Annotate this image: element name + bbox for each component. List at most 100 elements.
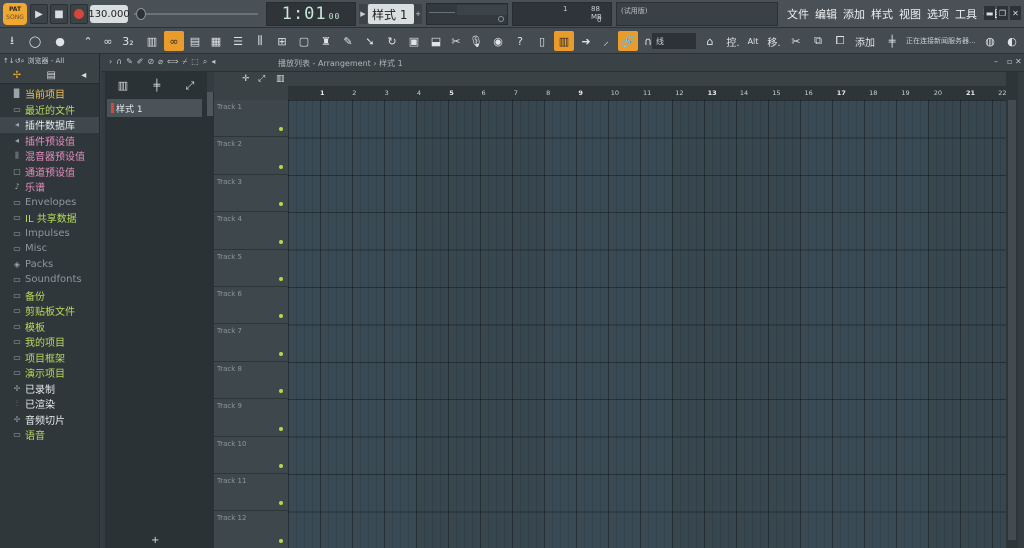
track-mute-led[interactable] — [279, 164, 283, 169]
master-volume-knob[interactable] — [136, 8, 146, 20]
track-mute-led[interactable] — [279, 538, 283, 543]
browser-item[interactable]: ▭ IL 共享数据 — [0, 210, 99, 226]
tempo-display[interactable]: 130.000 — [88, 5, 130, 23]
browser-item[interactable]: ▭ 最近的文件 — [0, 102, 99, 118]
cpu-icon[interactable]: ▯ — [532, 31, 552, 51]
step-edit-display[interactable] — [426, 3, 508, 25]
track-header[interactable]: Track 8 — [214, 361, 288, 400]
track-header[interactable]: Track 3 — [214, 174, 288, 213]
tab-plugins[interactable]: ◂ — [81, 70, 86, 81]
browser-item[interactable]: ▭ Impulses — [0, 226, 99, 242]
pencil-icon[interactable]: ✎ — [126, 57, 133, 67]
metronome-icon[interactable] — [498, 16, 504, 22]
overdub-icon[interactable]: ▥ — [142, 31, 162, 51]
brush-icon[interactable]: ⸝ — [596, 31, 616, 51]
track-mute-led[interactable] — [279, 351, 283, 356]
wait-input-icon[interactable]: ∞ — [98, 31, 118, 51]
track-header[interactable]: Track 4 — [214, 212, 288, 250]
pattern-item[interactable]: 样式 1 — [107, 99, 202, 117]
draw-icon[interactable]: ➘ — [360, 31, 380, 51]
menu-view[interactable]: 视图 — [896, 6, 924, 22]
track-mute-led[interactable] — [279, 426, 283, 431]
restore-button[interactable]: ❐ — [997, 6, 1008, 20]
track-mute-led[interactable] — [279, 463, 283, 468]
microphone-icon[interactable]: 🎙 — [466, 31, 486, 51]
paste-icon[interactable]: ⧠ — [830, 31, 850, 51]
pat-song-toggle[interactable]: PAT SONG — [3, 3, 27, 25]
record-button[interactable] — [70, 4, 88, 24]
browser-item[interactable]: ⫼ 混音器预设值 — [0, 148, 99, 164]
track-header[interactable]: Track 7 — [214, 324, 288, 362]
browser-icon[interactable]: ▢ — [294, 31, 314, 51]
mute-icon[interactable]: ⌀ — [158, 57, 163, 67]
scissors-icon[interactable]: ✂ — [786, 31, 806, 51]
record-mode-icon[interactable]: ▤ — [185, 31, 205, 51]
zoom-icon[interactable]: ⌕ — [203, 57, 207, 67]
pitch-knob-icon[interactable]: ● — [50, 31, 70, 51]
browser-item[interactable]: ▭ 语音 — [0, 427, 99, 443]
typing-keyboard-icon[interactable]: ▦ — [206, 31, 226, 51]
piano-icon[interactable]: ▥ — [554, 31, 574, 51]
track-mute-led[interactable] — [279, 276, 283, 281]
playlist-maximize-button[interactable]: ▫ — [1007, 57, 1012, 66]
browser-item[interactable]: ▭ Misc — [0, 241, 99, 257]
track-mute-led[interactable] — [279, 202, 283, 207]
browser-item[interactable]: ▭ 项目框架 — [0, 350, 99, 366]
menu-tools[interactable]: 工具 — [952, 6, 980, 22]
browser-item[interactable]: ▭ 备份 — [0, 288, 99, 304]
piano-small-icon[interactable]: ▥ — [276, 74, 285, 84]
pattern-next-button[interactable]: + — [414, 4, 422, 24]
add-button[interactable]: 添加 — [852, 31, 878, 51]
track-header[interactable]: Track 9 — [214, 399, 288, 437]
delete-icon[interactable]: ⊘ — [147, 57, 154, 67]
help-icon[interactable]: ? — [510, 31, 530, 51]
volume-knob-icon[interactable]: ◯ — [25, 31, 45, 51]
menu-edit[interactable]: 编辑 — [812, 6, 840, 22]
browser-item[interactable]: ▭ 演示项目 — [0, 365, 99, 381]
slip-icon[interactable]: ⟺ — [167, 57, 178, 67]
automation-icon[interactable]: ⤢ — [185, 79, 194, 93]
alt-button[interactable]: Alt — [744, 31, 762, 51]
export-icon[interactable]: ⬓ — [426, 31, 446, 51]
time-ruler[interactable]: 1234567891011121314151617181920212223 — [288, 86, 1008, 100]
stamp-icon[interactable]: ⌂ — [700, 31, 720, 51]
browser-item[interactable]: ⫶ 已渲染 — [0, 396, 99, 412]
tab-files[interactable]: ▤ — [46, 70, 55, 81]
playlist-icon[interactable]: ☰ — [228, 31, 248, 51]
step-edit-icon[interactable]: 3₂ — [118, 31, 138, 51]
audio-clip-icon[interactable]: ╪ — [153, 79, 160, 92]
globe-icon[interactable]: ◍ — [980, 31, 1000, 51]
arrow-right-icon[interactable]: ➜ — [576, 31, 596, 51]
stretch-icon[interactable]: ⤢ — [258, 74, 265, 84]
track-mute-led[interactable] — [279, 239, 283, 244]
snap-selector[interactable]: 线 — [652, 33, 696, 49]
browser-item[interactable]: ▉ 当前项目 — [0, 86, 99, 102]
controls-button[interactable]: 控. — [722, 31, 744, 51]
news-ticker[interactable]: 正在连接新闻服务器... — [906, 36, 976, 46]
track-header[interactable]: Track 12 — [214, 511, 288, 548]
vertical-scroll-thumb[interactable] — [1008, 100, 1016, 540]
download-icon[interactable]: ⭳ — [2, 31, 22, 51]
link-icon[interactable]: 🔗 — [618, 31, 638, 51]
menu-patterns[interactable]: 样式 — [868, 6, 896, 22]
undo-icon[interactable]: ↻ — [382, 31, 402, 51]
slider-icon[interactable]: ╪ — [882, 31, 902, 51]
browser-item[interactable]: ✢ 已录制 — [0, 381, 99, 397]
arrangement-grid[interactable] — [288, 100, 1006, 548]
track-header[interactable]: Track 2 — [214, 137, 288, 175]
slice-icon[interactable]: ⌿ — [182, 57, 187, 67]
plugin-picker-icon[interactable]: ♜ — [316, 31, 336, 51]
channel-rack-icon[interactable]: ⊞ — [272, 31, 292, 51]
track-header[interactable]: Track 5 — [214, 249, 288, 287]
mixer-icon[interactable]: ⫼ — [250, 31, 270, 51]
playback-icon[interactable]: ◂ — [211, 57, 215, 67]
vertical-scrollbar[interactable] — [1006, 72, 1018, 548]
pattern-scroll-thumb[interactable] — [207, 92, 213, 116]
browser-item[interactable]: ▭ 我的项目 — [0, 334, 99, 350]
track-header[interactable]: Track 1 — [214, 100, 288, 138]
piano-roll-icon[interactable]: ✎ — [338, 31, 358, 51]
brush-icon[interactable]: ✐ — [137, 57, 144, 67]
playlist-close-button[interactable]: ✕ — [1015, 57, 1022, 66]
browser-item[interactable]: ▭ Soundfonts — [0, 272, 99, 288]
time-ruler-top[interactable] — [288, 72, 1018, 86]
